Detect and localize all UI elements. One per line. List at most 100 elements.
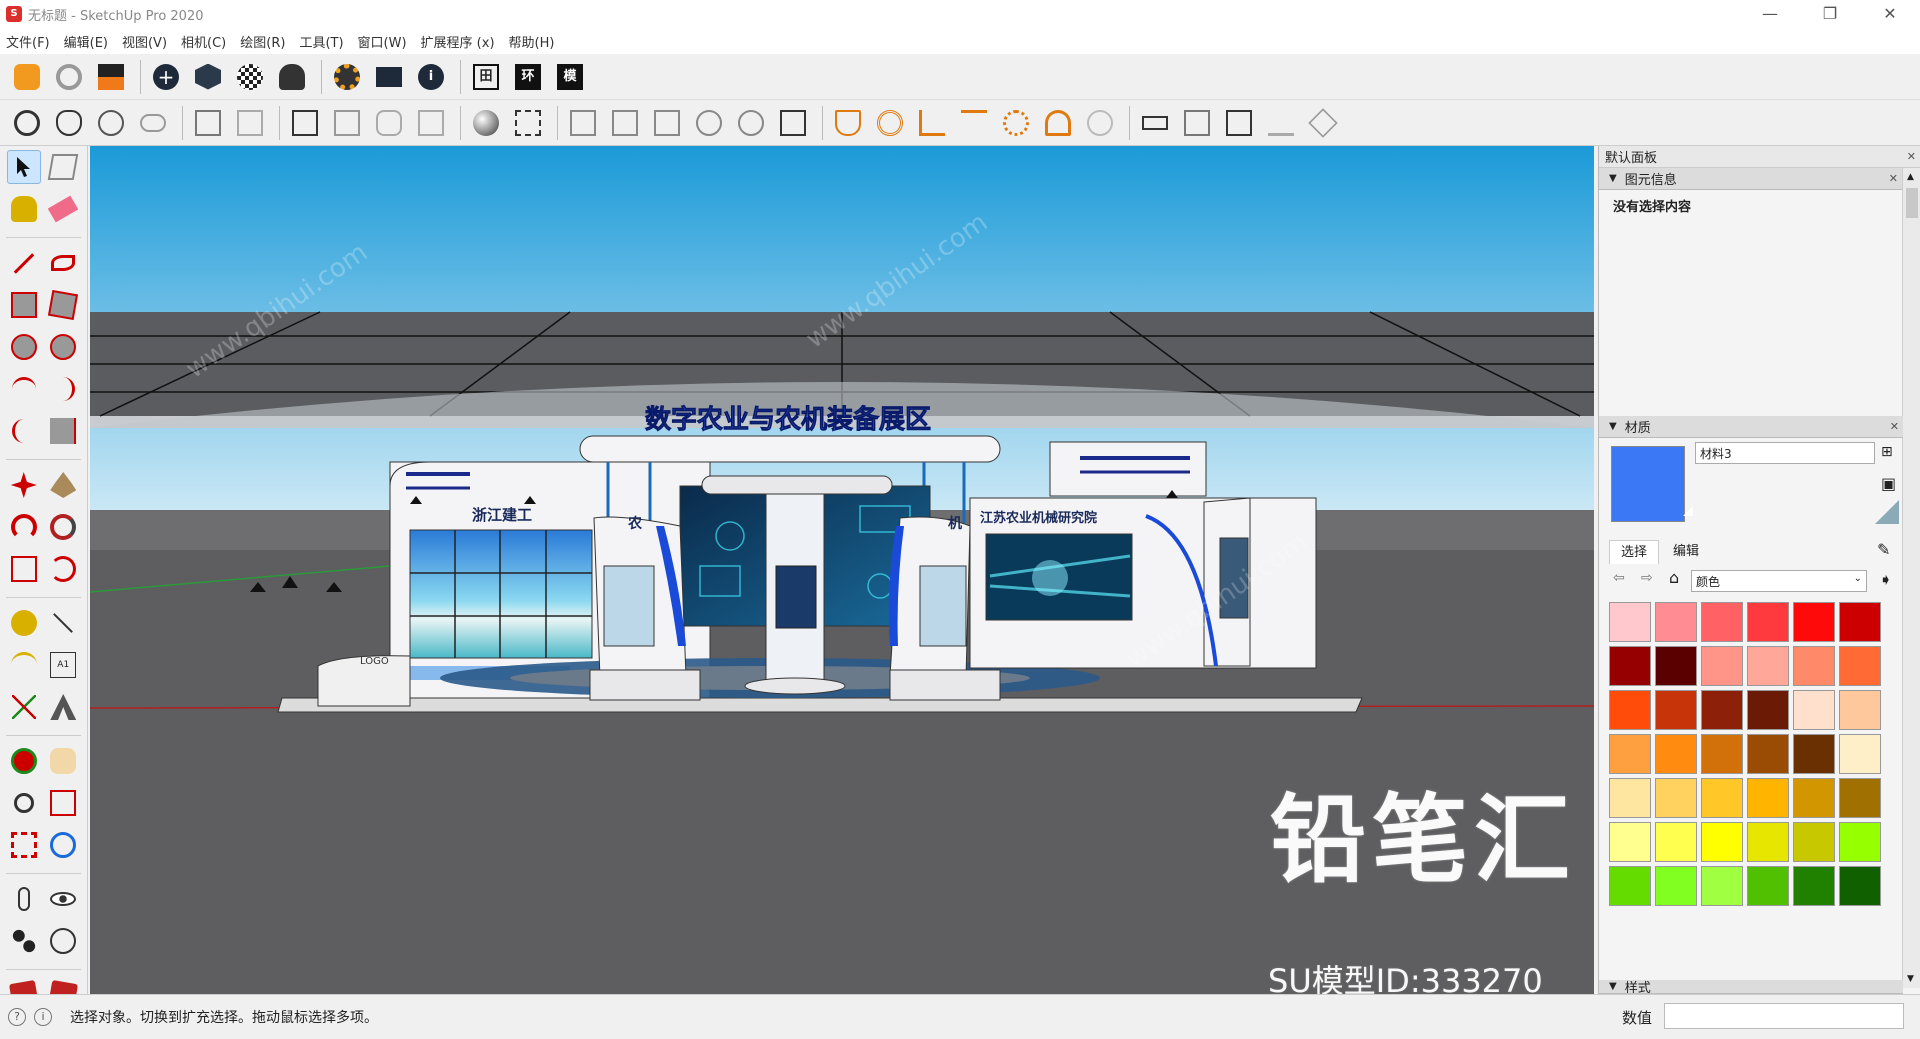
color-swatch[interactable] bbox=[1701, 822, 1743, 862]
modeling-viewport[interactable]: 浙江建工 LOGO 数字农业与农机装备展区 农 机 江苏农业机械研究院 铅笔汇 … bbox=[90, 146, 1594, 994]
menu-edit[interactable]: 编辑(E) bbox=[64, 32, 108, 51]
previous-view-icon[interactable] bbox=[46, 828, 80, 862]
color-swatch[interactable] bbox=[1839, 602, 1881, 642]
material-category-select[interactable]: 颜色 ⌄ bbox=[1691, 570, 1867, 592]
circle-icon[interactable] bbox=[7, 330, 41, 364]
color-swatch[interactable] bbox=[1655, 602, 1697, 642]
color-swatch[interactable] bbox=[1793, 646, 1835, 686]
zoom-icon[interactable] bbox=[7, 786, 41, 820]
minimize-button[interactable]: — bbox=[1740, 0, 1800, 28]
color-swatch[interactable] bbox=[1839, 822, 1881, 862]
paint-bucket-icon[interactable] bbox=[7, 192, 41, 226]
color-swatch[interactable] bbox=[1793, 734, 1835, 774]
arc-icon[interactable] bbox=[7, 372, 41, 406]
pie-icon[interactable] bbox=[46, 414, 80, 448]
color-swatch[interactable] bbox=[1701, 646, 1743, 686]
info-icon[interactable]: i bbox=[412, 58, 450, 96]
color-swatch[interactable] bbox=[1655, 778, 1697, 818]
color-swatch[interactable] bbox=[1839, 646, 1881, 686]
color-swatch[interactable] bbox=[1747, 602, 1789, 642]
section-plane-icon[interactable] bbox=[1136, 104, 1174, 142]
scale-icon[interactable] bbox=[7, 552, 41, 586]
omni-light-icon[interactable] bbox=[871, 104, 909, 142]
model-tool-button[interactable]: 模 bbox=[551, 58, 589, 96]
color-swatch[interactable] bbox=[1609, 734, 1651, 774]
follow-me-icon[interactable] bbox=[46, 510, 80, 544]
axes-icon[interactable] bbox=[7, 690, 41, 724]
mesh-clipper-icon[interactable] bbox=[1304, 104, 1342, 142]
material-sphere-icon[interactable] bbox=[690, 104, 728, 142]
ies-light-icon[interactable] bbox=[955, 104, 993, 142]
menu-tools[interactable]: 工具(T) bbox=[299, 32, 343, 51]
color-swatch[interactable] bbox=[1747, 822, 1789, 862]
styles-header[interactable]: ▼ 样式 bbox=[1599, 980, 1903, 994]
menu-file[interactable]: 文件(F) bbox=[6, 32, 50, 51]
move-icon[interactable] bbox=[7, 468, 41, 502]
orbit-icon[interactable] bbox=[7, 744, 41, 778]
color-swatch[interactable] bbox=[1793, 602, 1835, 642]
gear-settings-icon[interactable] bbox=[328, 58, 366, 96]
material-cylinder-icon[interactable] bbox=[732, 104, 770, 142]
zoom-window-icon[interactable] bbox=[46, 786, 80, 820]
3d-text-icon[interactable] bbox=[46, 690, 80, 724]
offset-icon[interactable] bbox=[46, 552, 80, 586]
scroll-thumb[interactable] bbox=[1906, 188, 1918, 218]
panel-scrollbar[interactable]: ▲ ▼ bbox=[1902, 168, 1920, 988]
make-component-icon[interactable] bbox=[46, 150, 80, 184]
zoom-extents-icon[interactable] bbox=[7, 828, 41, 862]
color-swatch[interactable] bbox=[1793, 690, 1835, 730]
material-cube-icon[interactable] bbox=[648, 104, 686, 142]
color-swatch[interactable] bbox=[1747, 778, 1789, 818]
rotate-icon[interactable] bbox=[7, 510, 41, 544]
proxy-cube-icon[interactable] bbox=[1220, 104, 1258, 142]
line-pencil-icon[interactable] bbox=[7, 246, 41, 280]
export-icon[interactable] bbox=[92, 58, 130, 96]
dome-light-icon[interactable] bbox=[1039, 104, 1077, 142]
color-swatch[interactable] bbox=[1655, 690, 1697, 730]
proxy-box-icon[interactable] bbox=[1178, 104, 1216, 142]
sun-light-icon[interactable] bbox=[997, 104, 1035, 142]
section-plane-tool-icon[interactable] bbox=[46, 924, 80, 958]
text-label-icon[interactable]: A1 bbox=[46, 648, 80, 682]
menu-camera[interactable]: 相机(C) bbox=[181, 32, 226, 51]
color-swatch[interactable] bbox=[1701, 690, 1743, 730]
menu-extensions[interactable]: 扩展程序 (x) bbox=[421, 32, 495, 51]
color-swatch[interactable] bbox=[1839, 778, 1881, 818]
cloud-icon[interactable] bbox=[134, 104, 172, 142]
geo-location-icon[interactable]: ? bbox=[8, 1008, 26, 1026]
color-swatch[interactable] bbox=[1839, 690, 1881, 730]
color-swatch[interactable] bbox=[1701, 866, 1743, 906]
pointer-cube-icon[interactable] bbox=[774, 104, 812, 142]
menu-draw[interactable]: 绘图(R) bbox=[240, 32, 285, 51]
checker-sphere-icon[interactable] bbox=[231, 58, 269, 96]
measurements-input[interactable] bbox=[1664, 1003, 1904, 1029]
material-paint-icon[interactable]: ▣ bbox=[1881, 474, 1896, 493]
back-arrow-icon[interactable]: ⇦ bbox=[1613, 570, 1625, 586]
menu-window[interactable]: 窗口(W) bbox=[358, 32, 407, 51]
color-swatch[interactable] bbox=[1609, 778, 1651, 818]
eyedropper-icon[interactable]: ✎ bbox=[1877, 540, 1890, 559]
home-icon[interactable]: ⌂ bbox=[1669, 568, 1679, 587]
details-arrow-icon[interactable]: ➧ bbox=[1879, 570, 1892, 589]
entity-info-close-icon[interactable]: ✕ bbox=[1889, 172, 1898, 185]
color-swatch[interactable] bbox=[1655, 646, 1697, 686]
color-swatch[interactable] bbox=[1747, 734, 1789, 774]
maximize-button[interactable]: ❐ bbox=[1800, 0, 1860, 28]
mirror-icon[interactable] bbox=[509, 104, 547, 142]
sphere-light-icon[interactable] bbox=[467, 104, 505, 142]
hand-teapot-icon[interactable] bbox=[92, 104, 130, 142]
entity-info-header[interactable]: ▼ 图元信息 ✕ bbox=[1599, 168, 1902, 190]
color-swatch[interactable] bbox=[1609, 602, 1651, 642]
color-swatch[interactable] bbox=[1793, 822, 1835, 862]
material-box-icon[interactable] bbox=[606, 104, 644, 142]
lock-icon[interactable] bbox=[412, 104, 450, 142]
eraser-icon[interactable] bbox=[46, 192, 80, 226]
color-swatch[interactable] bbox=[1793, 778, 1835, 818]
rotated-rectangle-icon[interactable] bbox=[46, 288, 80, 322]
close-button[interactable]: ✕ bbox=[1860, 0, 1920, 28]
protractor-icon[interactable] bbox=[7, 648, 41, 682]
color-swatch[interactable] bbox=[1655, 734, 1697, 774]
color-swatch[interactable] bbox=[1609, 690, 1651, 730]
teapot-icon[interactable] bbox=[50, 104, 88, 142]
dimension-icon[interactable] bbox=[46, 606, 80, 640]
